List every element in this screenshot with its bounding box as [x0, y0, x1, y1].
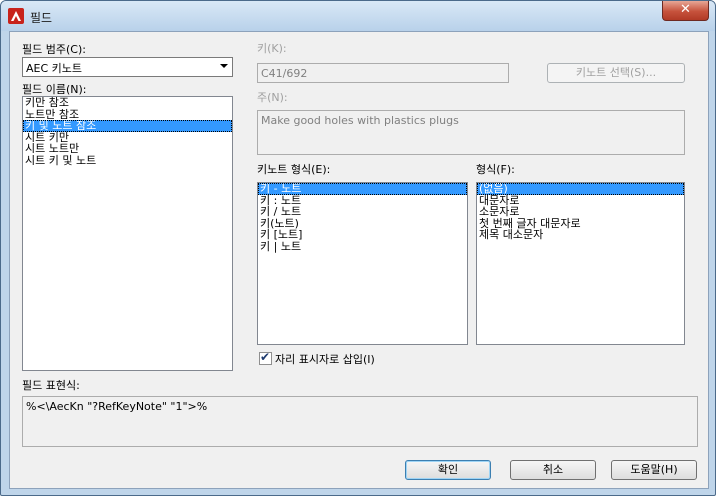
chevron-down-icon	[220, 64, 228, 68]
close-button[interactable]: ✕	[662, 1, 709, 21]
format-item[interactable]: 제목 대소문자	[477, 229, 684, 241]
keynote-format-label: 키노트 형식(E):	[257, 163, 331, 176]
help-button[interactable]: 도움말(H)	[611, 460, 697, 480]
note-field: Make good holes with plastics plugs	[257, 110, 685, 155]
keynote-format-item[interactable]: 키 [노트]	[258, 229, 467, 241]
keynote-format-list[interactable]: 키 - 노트 키 : 노트 키 / 노트 키(노트) 키 [노트] 키 | 노트	[257, 182, 468, 345]
title-bar: 필드 ✕	[1, 1, 715, 31]
field-name-list[interactable]: 키만 참조 노트만 참조 키 및 노트 참조 시트 키만 시트 노트만 시트 키 및 노트	[22, 96, 233, 371]
field-name-item[interactable]: 시트 노트만	[23, 143, 232, 155]
field-name-item[interactable]: 키 및 노트 참조	[23, 120, 232, 132]
format-list[interactable]: (없음) 대문자로 소문자로 첫 번째 글자 대문자로 제목 대소문자	[476, 182, 685, 345]
ok-button[interactable]: 확인	[405, 460, 491, 480]
field-category-label: 필드 범주(C):	[22, 43, 86, 56]
select-keynote-button: 키노트 선택(S)...	[547, 63, 685, 83]
field-dialog: 필드 ✕ 필드 범주(C): AEC 키노트 필드 이름(N): 키만 참조 노트…	[0, 0, 716, 496]
field-name-label: 필드 이름(N):	[22, 83, 87, 96]
field-expression-box: %<\AecKn "?RefKeyNote" "1">%	[22, 396, 698, 447]
placeholder-checkbox[interactable]: ✔	[259, 350, 272, 365]
close-icon: ✕	[680, 2, 691, 17]
dialog-body: 필드 범주(C): AEC 키노트 필드 이름(N): 키만 참조 노트만 참조 키…	[9, 31, 709, 489]
format-label: 형식(F):	[476, 163, 515, 176]
check-icon: ✔	[260, 350, 271, 364]
key-value: C41/692	[261, 67, 308, 80]
keynote-format-item[interactable]: 키 / 노트	[258, 206, 467, 218]
format-item[interactable]: 소문자로	[477, 206, 684, 218]
key-field: C41/692	[257, 63, 509, 83]
format-item[interactable]: (없음)	[477, 183, 684, 195]
field-category-dropdown[interactable]: AEC 키노트	[22, 57, 233, 77]
field-expression-value: %<\AecKn "?RefKeyNote" "1">%	[26, 400, 208, 413]
field-name-item[interactable]: 키만 참조	[23, 97, 232, 109]
cancel-button[interactable]: 취소	[510, 460, 596, 480]
field-category-value: AEC 키노트	[26, 62, 83, 75]
keynote-format-item[interactable]: 키 | 노트	[258, 241, 467, 253]
note-label: 주(N):	[257, 91, 288, 104]
keynote-format-item[interactable]: 키 - 노트	[258, 183, 467, 195]
window-title: 필드	[30, 11, 53, 25]
field-expression-label: 필드 표현식:	[22, 379, 80, 392]
field-name-item[interactable]: 시트 키 및 노트	[23, 155, 232, 167]
autocad-app-icon	[8, 8, 24, 24]
key-label: 키(K):	[257, 42, 287, 55]
note-value: Make good holes with plastics plugs	[261, 114, 459, 127]
placeholder-checkbox-label[interactable]: 자리 표시자로 삽입(I)	[275, 351, 375, 367]
